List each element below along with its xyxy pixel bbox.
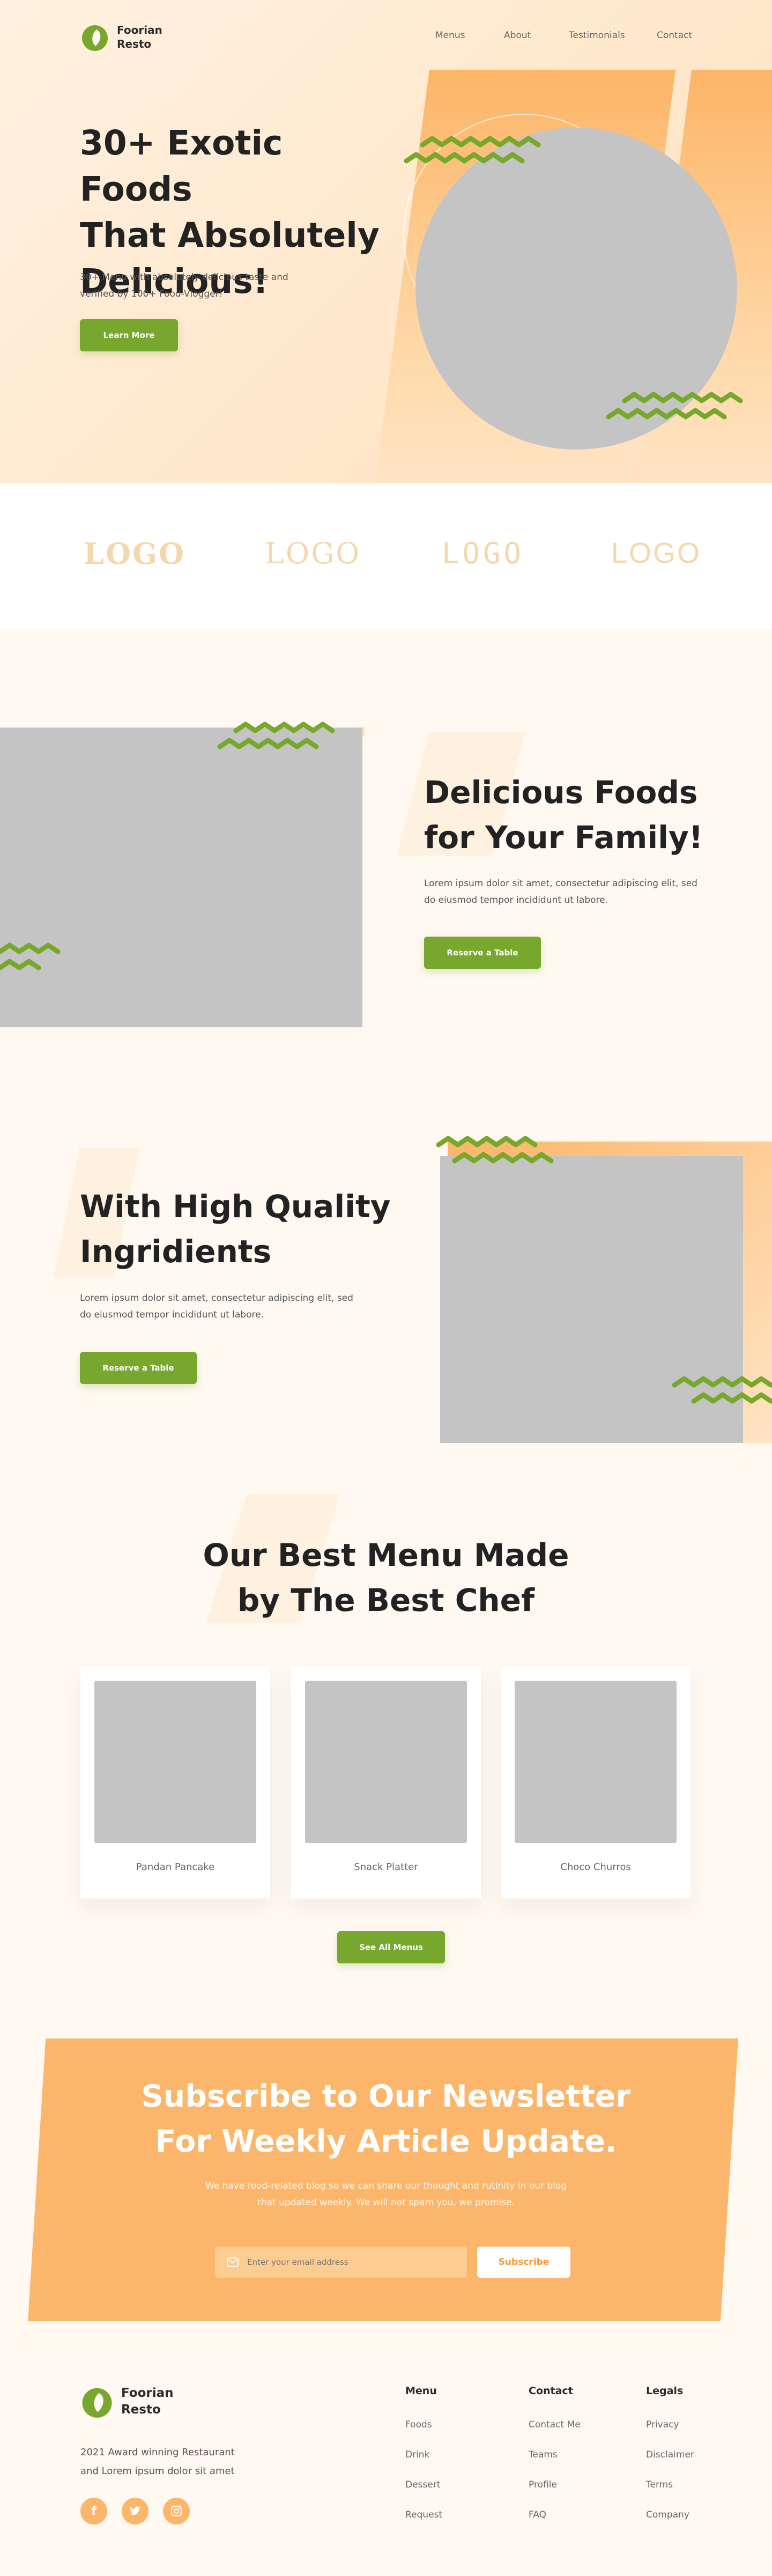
- menu-item-name: Choco Churros: [560, 1861, 631, 1873]
- newsletter-description-line1: We have food-related blog so we can shar…: [205, 2181, 567, 2191]
- footer-brand-line1: Foorian: [121, 2386, 174, 2400]
- partner-logo-2: LOGO: [265, 536, 361, 570]
- menu-title: Our Best Menu Made by The Best Chef: [0, 1533, 772, 1623]
- brand-name: Foorian Resto: [117, 23, 162, 51]
- footer-brand-line2: Resto: [121, 2403, 161, 2417]
- footer-column-title: Legals: [646, 2385, 684, 2397]
- reserve-table-button-2[interactable]: Reserve a Table: [80, 1352, 197, 1384]
- newsletter-title-line2: For Weekly Article Update.: [155, 2124, 617, 2159]
- subscribe-button[interactable]: Subscribe: [477, 2247, 570, 2278]
- family-title: Delicious Foods for Your Family!: [424, 770, 724, 860]
- family-description-line1: Lorem ipsum dolor sit amet, consectetur …: [424, 878, 697, 889]
- learn-more-button[interactable]: Learn More: [80, 319, 178, 351]
- menu-card[interactable]: Choco Churros: [501, 1667, 691, 1898]
- leaf-logo-icon: [82, 25, 108, 51]
- nav-menus[interactable]: Menus: [435, 30, 465, 41]
- family-title-line2: for Your Family!: [424, 819, 703, 856]
- quality-title: With High Quality Ingridients: [80, 1184, 412, 1274]
- footer-link[interactable]: Privacy: [646, 2419, 679, 2430]
- menu-item-image: [305, 1681, 467, 1843]
- newsletter-description-line2: that updated weekly. We will not spam yo…: [257, 2197, 515, 2208]
- reserve-table-button[interactable]: Reserve a Table: [424, 937, 541, 969]
- hero-description-line1: 30+ Menu with absolutely delicious taste…: [80, 272, 288, 283]
- footer-link[interactable]: Dessert: [405, 2479, 440, 2490]
- newsletter-description: We have food-related blog so we can shar…: [0, 2178, 772, 2211]
- hero-zigzag-top: [404, 136, 541, 164]
- family-food-image: [0, 728, 362, 1027]
- hero-title-line1: 30+ Exotic Foods: [80, 123, 283, 209]
- footer-brand-name: Foorian Resto: [121, 2385, 174, 2418]
- footer-about-line1: 2021 Award winning Restaurant: [80, 2447, 235, 2458]
- menu-item-image: [94, 1681, 256, 1843]
- menu-title-line2: by The Best Chef: [237, 1582, 535, 1618]
- newsletter-title-line1: Subscribe to Our Newsletter: [141, 2079, 631, 2114]
- hero-description-line2: verified by 100+ Food-Vlogger!: [80, 289, 223, 299]
- footer-link[interactable]: Contact Me: [529, 2419, 581, 2430]
- brand-logo[interactable]: Foorian Resto: [80, 23, 162, 51]
- footer-link[interactable]: Drink: [405, 2449, 429, 2460]
- family-zigzag-bottom: [0, 943, 61, 970]
- menu-card[interactable]: Snack Platter: [291, 1667, 481, 1898]
- family-description: Lorem ipsum dolor sit amet, consectetur …: [424, 875, 724, 909]
- family-zigzag-top: [217, 722, 335, 749]
- footer-link[interactable]: Terms: [646, 2479, 673, 2490]
- mail-icon: [227, 2257, 239, 2267]
- brand-name-line1: Foorian: [117, 24, 162, 36]
- hero-description: 30+ Menu with absolutely delicious taste…: [80, 269, 337, 303]
- nav-about[interactable]: About: [504, 30, 531, 41]
- nav-contact[interactable]: Contact: [657, 30, 692, 41]
- facebook-icon[interactable]: f: [80, 2498, 107, 2525]
- footer-link[interactable]: FAQ: [529, 2509, 546, 2520]
- menu-item-name: Pandan Pancake: [136, 1861, 215, 1873]
- twitter-icon[interactable]: [122, 2498, 149, 2525]
- see-all-menus-button[interactable]: See All Menus: [337, 1931, 445, 1963]
- twitter-bird-glyph: [130, 2506, 140, 2515]
- footer-link[interactable]: Disclaimer: [646, 2449, 694, 2460]
- instagram-glyph: [171, 2506, 182, 2516]
- quality-zigzag-top: [436, 1136, 554, 1164]
- menu-item-image: [515, 1681, 677, 1843]
- partner-logo-3: LOGO: [442, 536, 525, 570]
- quality-zigzag-bottom: [672, 1376, 772, 1404]
- hero-title-line2: That Absolutely: [80, 216, 380, 255]
- footer-about: 2021 Award winning Restaurant and Lorem …: [80, 2443, 273, 2481]
- brand-name-line2: Resto: [117, 38, 152, 50]
- menu-card[interactable]: Pandan Pancake: [80, 1667, 270, 1898]
- email-field[interactable]: [215, 2247, 467, 2278]
- instagram-icon[interactable]: [163, 2498, 190, 2525]
- menu-item-name: Snack Platter: [354, 1861, 418, 1873]
- partner-logo-4: LOGO: [611, 537, 702, 569]
- email-input[interactable]: [246, 2257, 452, 2268]
- footer-link[interactable]: Company: [646, 2509, 689, 2520]
- family-title-line1: Delicious Foods: [424, 774, 698, 811]
- newsletter-title: Subscribe to Our Newsletter For Weekly A…: [0, 2074, 772, 2164]
- footer-about-line2: and Lorem ipsum dolor sit amet: [80, 2465, 235, 2477]
- footer-brand-logo[interactable]: Foorian Resto: [80, 2385, 174, 2418]
- quality-title-line2: Ingridients: [80, 1233, 272, 1270]
- quality-description: Lorem ipsum dolor sit amet, consectetur …: [80, 1290, 380, 1323]
- footer-column-title: Menu: [405, 2385, 437, 2397]
- partner-logo-1: LOGO: [84, 536, 186, 571]
- quality-description-line1: Lorem ipsum dolor sit amet, consectetur …: [80, 1293, 353, 1304]
- quality-title-line1: With High Quality: [80, 1188, 391, 1225]
- hero-zigzag-bottom: [606, 392, 743, 419]
- footer-column-title: Contact: [529, 2385, 573, 2397]
- quality-description-line2: do eiusmod tempor incididunt ut labore.: [80, 1309, 264, 1320]
- nav-testimonials[interactable]: Testimonials: [569, 30, 625, 41]
- footer-link[interactable]: Request: [405, 2509, 442, 2520]
- footer-link[interactable]: Foods: [405, 2419, 432, 2430]
- leaf-logo-icon: [82, 2388, 112, 2418]
- menu-title-line1: Our Best Menu Made: [203, 1537, 569, 1573]
- footer-link[interactable]: Teams: [529, 2449, 558, 2460]
- footer-link[interactable]: Profile: [529, 2479, 557, 2490]
- family-description-line2: do eiusmod tempor incididunt ut labore.: [424, 895, 608, 906]
